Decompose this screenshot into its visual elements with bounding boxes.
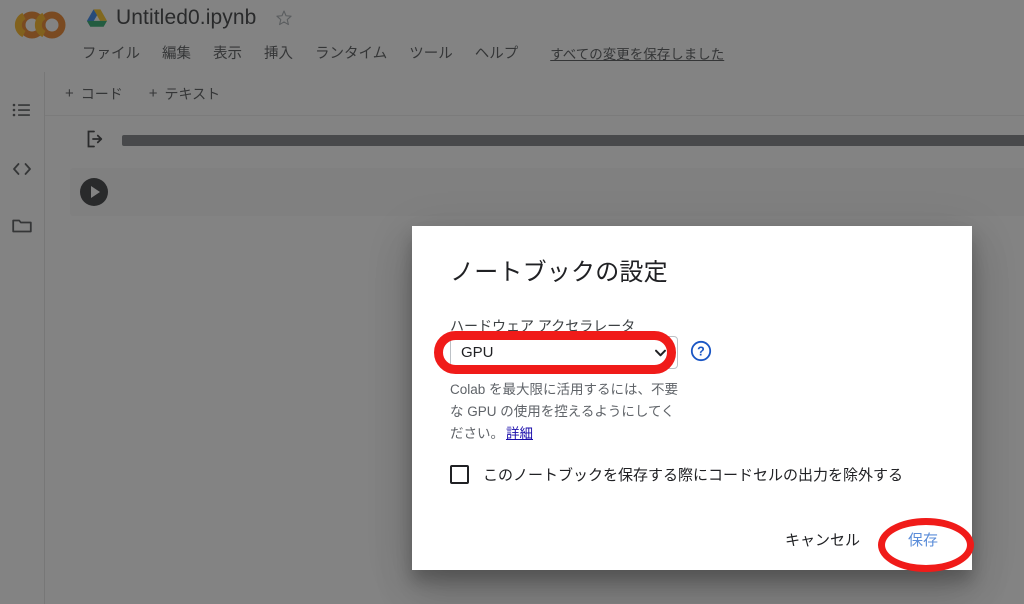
notebook-settings-dialog: ノートブックの設定 ハードウェア アクセラレータ GPU ? Colab を最大… [412, 226, 972, 570]
save-button[interactable]: 保存 [896, 523, 950, 556]
dialog-title: ノートブックの設定 [450, 259, 668, 286]
hardware-accelerator-label: ハードウェア アクセラレータ [450, 318, 636, 334]
omit-output-label: このノートブックを保存する際にコードセルの出力を除外する [483, 467, 904, 484]
chevron-down-icon [654, 346, 667, 359]
omit-output-checkbox-row[interactable]: このノートブックを保存する際にコードセルの出力を除外する [450, 464, 903, 485]
learn-more-link[interactable]: 詳細 [506, 426, 533, 441]
accelerator-help-body: Colab を最大限に活用するには、不要な GPU の使用を控えるようにしてくだ… [450, 382, 679, 441]
question-circle-icon[interactable]: ? [690, 340, 712, 362]
hardware-accelerator-value: GPU [461, 344, 494, 361]
dialog-actions: キャンセル 保存 [777, 523, 950, 556]
accelerator-help-text: Colab を最大限に活用するには、不要な GPU の使用を控えるようにしてくだ… [450, 379, 686, 445]
omit-output-checkbox[interactable] [450, 465, 469, 484]
svg-text:?: ? [697, 345, 705, 359]
hardware-accelerator-select[interactable]: GPU [450, 336, 678, 369]
cancel-button[interactable]: キャンセル [777, 523, 868, 556]
